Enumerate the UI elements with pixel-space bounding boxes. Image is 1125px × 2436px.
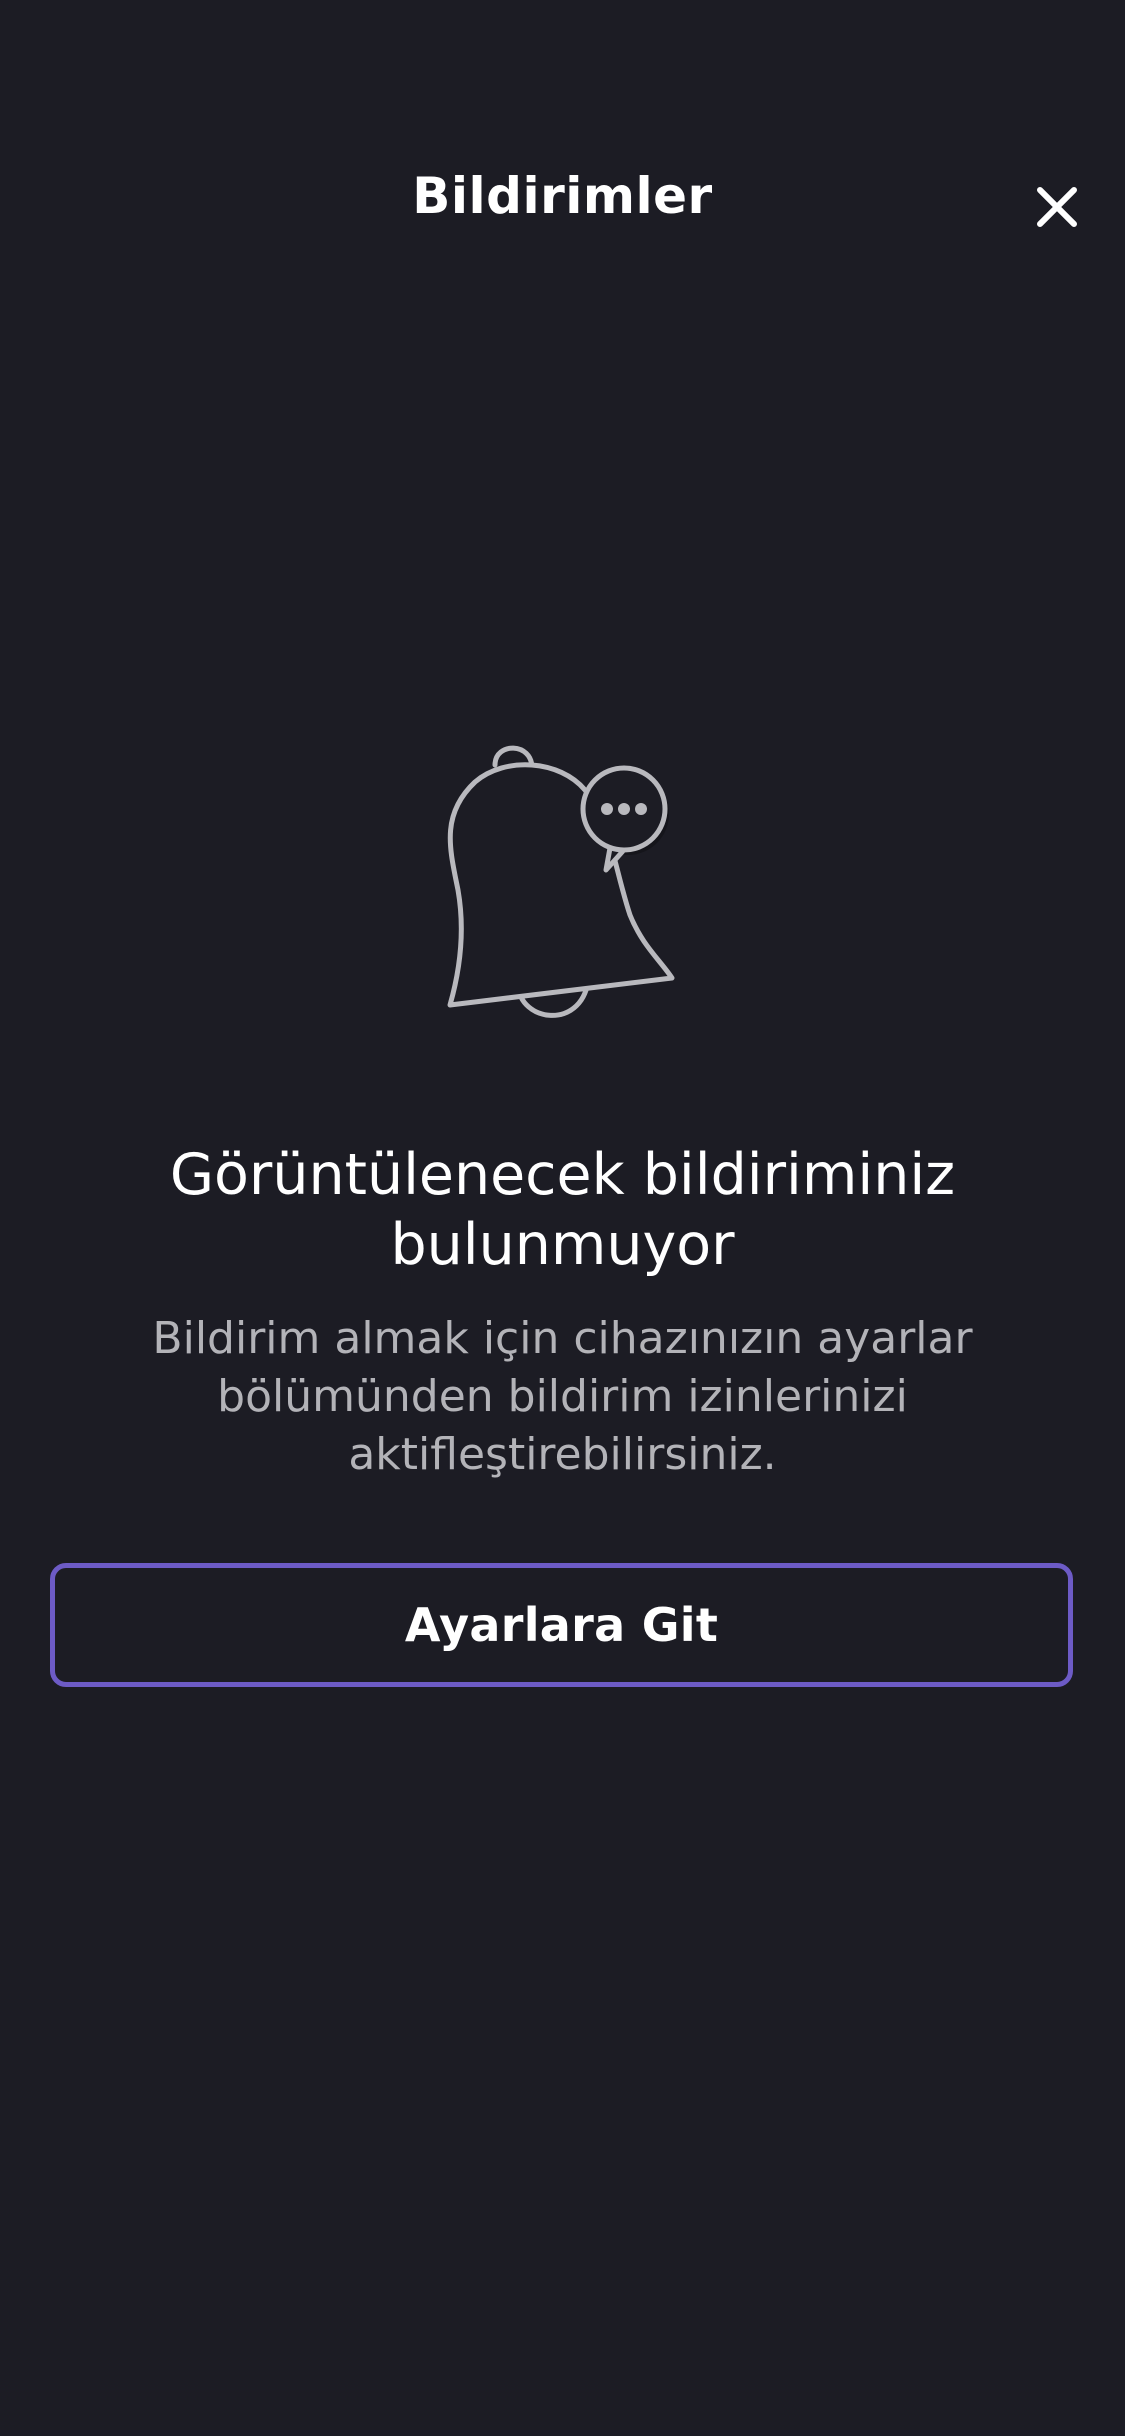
close-button[interactable] [1022, 172, 1092, 242]
empty-state-description: Bildirim almak için cihazınızın ayarlar … [152, 1313, 973, 1480]
bell-with-chat-bubble-icon [447, 745, 675, 1018]
close-icon [1037, 187, 1077, 227]
page-title: Bildirimler [412, 167, 713, 225]
header-bar: Bildirimler [0, 0, 1125, 300]
empty-state-title: Görüntülenecek bildiriminiz bulunmuyor [169, 1142, 956, 1278]
notification-illustration [420, 720, 700, 1050]
go-to-settings-button[interactable]: Ayarlara Git [50, 1563, 1073, 1687]
go-to-settings-button-label: Ayarlara Git [404, 1598, 719, 1652]
